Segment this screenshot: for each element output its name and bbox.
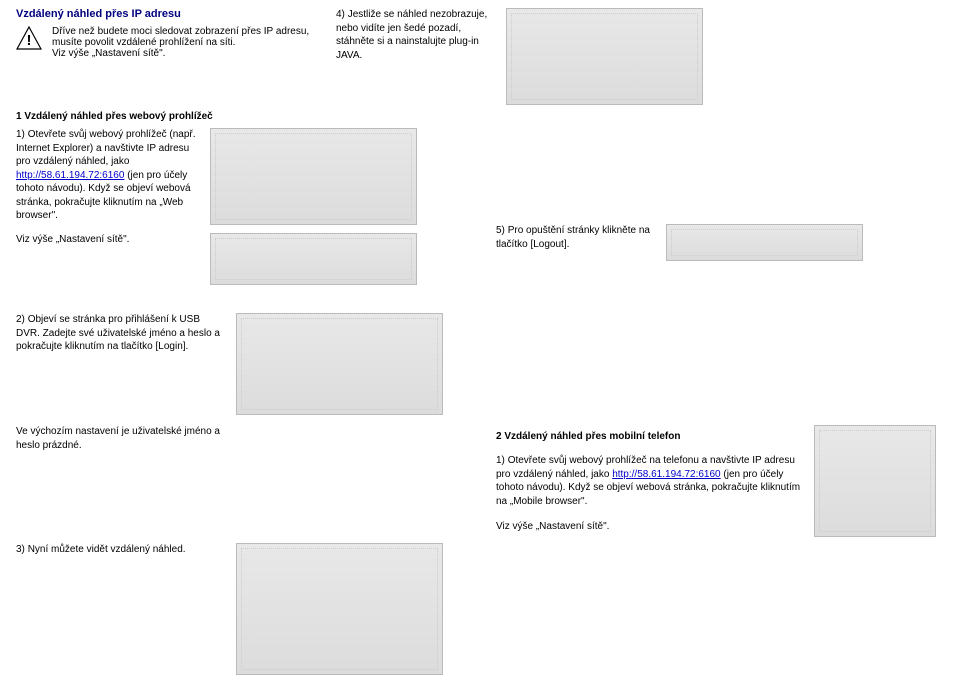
note-under-step1: Viz výše „Nastavení sítě".	[16, 233, 200, 247]
screenshot-step2	[236, 313, 443, 415]
step3-num: 3)	[16, 544, 25, 555]
step1-link[interactable]: http://58.61.194.72:6160	[16, 170, 124, 181]
step5-num: 5)	[496, 225, 505, 236]
mstep1-link[interactable]: http://58.61.194.72:6160	[612, 469, 720, 480]
step3-text: Nyní můžete vidět vzdálený náhled.	[28, 544, 186, 555]
mobile-note: Viz výše „Nastavení sítě".	[496, 520, 806, 534]
warning-icon: !	[16, 26, 42, 50]
step1-num: 1)	[16, 129, 25, 140]
page-title: Vzdálený náhled přes IP adresu	[16, 8, 336, 20]
section2-heading: 2 Vzdálený náhled přes mobilní telefon	[496, 431, 806, 442]
step4-num: 4)	[336, 9, 345, 20]
step2-text: Objeví se stránka pro přihlášení k USB D…	[16, 314, 220, 352]
mstep1-num: 1)	[496, 455, 505, 466]
step2b-text: Ve výchozím nastavení je uživatelské jmé…	[16, 425, 246, 452]
warning-block: ! Dříve než budete moci sledovat zobraze…	[16, 26, 336, 59]
step1-p1: Otevřete svůj webový prohlížeč (např. In…	[16, 129, 196, 167]
step4-text: Jestliže se náhled nezobrazuje, nebo vid…	[336, 9, 487, 61]
screenshot-step5	[666, 224, 863, 261]
warning-line2: musíte povolit vzdálené prohlížení na sí…	[52, 37, 235, 48]
screenshot-step3	[236, 543, 443, 675]
section1-heading: 1 Vzdálený náhled přes webový prohlížeč	[16, 111, 944, 122]
screenshot-step4	[506, 8, 703, 105]
warning-line1: Dříve než budete moci sledovat zobrazení…	[52, 26, 309, 37]
warning-line3: Viz výše „Nastavení sítě".	[52, 48, 165, 59]
step2-num: 2)	[16, 314, 25, 325]
screenshot-step1	[210, 128, 417, 225]
step5-text: Pro opuštění stránky klikněte na tlačítk…	[496, 225, 650, 250]
screenshot-mobile	[814, 425, 936, 537]
screenshot-step1b	[210, 233, 417, 285]
svg-text:!: !	[27, 32, 32, 49]
